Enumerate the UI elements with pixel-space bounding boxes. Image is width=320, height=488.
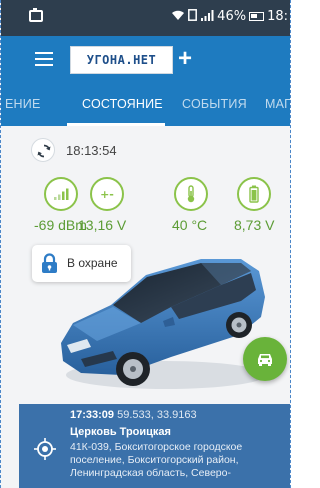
sim-icon — [188, 9, 198, 24]
voltage-gauge[interactable]: +- — [90, 177, 124, 211]
location-time: 17:33:09 — [70, 409, 115, 421]
location-coordinates: 59.533, 33.9163 — [117, 409, 197, 421]
menu-icon[interactable] — [35, 52, 53, 66]
gps-target-icon — [34, 438, 56, 460]
car-action-button[interactable] — [243, 337, 287, 381]
car-icon — [258, 354, 272, 366]
refresh-icon — [37, 144, 51, 158]
app-logo: УГОНА.НЕТ — [70, 46, 173, 74]
signal-icon — [54, 188, 69, 200]
app-screen: 46% 18: УГОНА.НЕТ + ЕНИЕ СОСТОЯНИЕ СОБЫТ… — [0, 0, 291, 488]
thermometer-icon — [187, 185, 195, 203]
battery-status-icon — [249, 12, 265, 21]
voltage-icon: +- — [100, 188, 114, 200]
add-button[interactable]: + — [178, 45, 192, 73]
tab-status[interactable]: СОСТОЯНИЕ — [82, 97, 163, 111]
tab-map[interactable]: МАГ — [265, 97, 290, 111]
gsm-signal-gauge[interactable] — [44, 177, 78, 211]
battery-percent: 46% — [217, 9, 247, 24]
status-bar: 46% 18: — [1, 0, 290, 36]
active-tab-indicator — [67, 123, 165, 126]
notification-icon — [29, 8, 43, 22]
temperature-gauge[interactable] — [174, 177, 208, 211]
location-name: Церковь Троицкая — [70, 426, 171, 438]
clock: 18: — [267, 9, 288, 24]
security-status-label: В охране — [67, 256, 118, 270]
battery-value: 8,73 V — [234, 217, 275, 233]
location-panel[interactable]: 17:33:09 59.533, 33.9163 Церковь Троицка… — [19, 404, 290, 488]
wifi-icon — [171, 9, 185, 24]
cell-signal-icon — [200, 9, 214, 24]
lock-icon — [42, 253, 57, 273]
battery-icon — [249, 185, 259, 203]
location-timestamp: 17:33:09 59.533, 33.9163 — [70, 409, 197, 421]
tab-management[interactable]: ЕНИЕ — [5, 97, 41, 111]
tab-events[interactable]: СОБЫТИЯ — [182, 97, 247, 111]
svg-text:+-: +- — [100, 188, 114, 200]
security-status-badge[interactable]: В охране — [32, 245, 131, 282]
battery-gauge[interactable] — [237, 177, 271, 211]
app-bar: УГОНА.НЕТ + — [1, 36, 290, 84]
temperature-value: 40 °C — [172, 217, 208, 233]
status-icons: 46% 18: — [171, 9, 288, 24]
voltage-value: 13,16 V — [78, 217, 127, 233]
tab-bar: ЕНИЕ СОСТОЯНИЕ СОБЫТИЯ МАГ — [1, 84, 290, 126]
location-address: 41К-039, Бокситогорское городское поселе… — [70, 441, 243, 479]
refresh-button[interactable] — [31, 138, 55, 162]
update-time: 18:13:54 — [66, 143, 117, 158]
